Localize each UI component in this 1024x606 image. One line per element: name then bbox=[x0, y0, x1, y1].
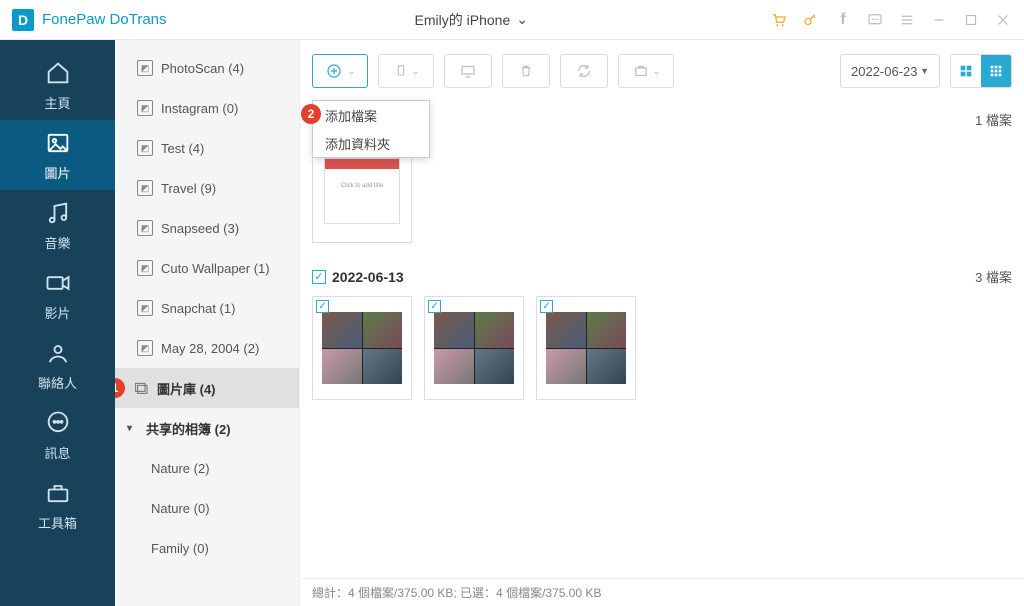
album-item[interactable]: ◩Snapseed (3) bbox=[115, 208, 299, 248]
step-badge-1: 1 bbox=[115, 378, 125, 398]
album-item[interactable]: ◩Instagram (0) bbox=[115, 88, 299, 128]
group-header: ✓ 2022-06-13 3 檔案 bbox=[312, 267, 1012, 286]
album-icon: ◩ bbox=[137, 260, 153, 276]
chevron-down-icon: ⌄ bbox=[516, 11, 528, 28]
close-icon[interactable] bbox=[994, 11, 1012, 29]
dropdown-triangle-icon: ▼ bbox=[920, 66, 929, 76]
facebook-icon[interactable]: f bbox=[834, 11, 852, 29]
album-item[interactable]: ◩Snapchat (1) bbox=[115, 288, 299, 328]
chevron-down-icon: ⌄ bbox=[348, 66, 356, 77]
refresh-button[interactable] bbox=[560, 54, 608, 88]
view-small-grid[interactable] bbox=[981, 55, 1011, 87]
video-icon bbox=[44, 269, 72, 297]
chevron-down-icon: ⌄ bbox=[412, 66, 420, 77]
album-list: ◩PhotoScan (4) ◩Instagram (0) ◩Test (4) … bbox=[115, 40, 300, 606]
photo-thumb[interactable]: ✓ bbox=[536, 296, 636, 400]
home-icon bbox=[44, 59, 72, 87]
album-item[interactable]: ◩Test (4) bbox=[115, 128, 299, 168]
app-logo: D bbox=[12, 9, 34, 31]
album-item[interactable]: ◩Cuto Wallpaper (1) bbox=[115, 248, 299, 288]
nav-videos[interactable]: 影片 bbox=[0, 260, 115, 330]
add-folder-item[interactable]: 添加資料夾 bbox=[313, 129, 429, 157]
nav-music[interactable]: 音樂 bbox=[0, 190, 115, 260]
nav-rail: 主頁 圖片 音樂 影片 聯絡人 訊息 bbox=[0, 40, 115, 606]
photo-thumb[interactable]: ✓ bbox=[424, 296, 524, 400]
nav-toolbox[interactable]: 工具箱 bbox=[0, 470, 115, 540]
status-bar: 總計：4 個檔案/375.00 KB; 已選：4 個檔案/375.00 KB bbox=[300, 578, 1024, 606]
album-item[interactable]: ◩Travel (9) bbox=[115, 168, 299, 208]
thumb-image bbox=[322, 312, 402, 384]
album-item[interactable]: ◩PhotoScan (4) bbox=[115, 48, 299, 88]
thumb-image: Click to add title bbox=[324, 158, 400, 224]
shared-header[interactable]: 共享的相簿 (2) bbox=[115, 408, 299, 448]
library-item[interactable]: 1 圖片庫 (4) bbox=[115, 368, 299, 408]
thumb-image bbox=[434, 312, 514, 384]
app-name: FonePaw DoTrans bbox=[42, 11, 167, 28]
thumb-checkbox[interactable]: ✓ bbox=[540, 300, 553, 313]
nav-messages[interactable]: 訊息 bbox=[0, 400, 115, 470]
step-badge-2: 2 bbox=[301, 104, 321, 124]
chevron-down-icon: ⌄ bbox=[653, 66, 661, 77]
chat-icon bbox=[44, 409, 72, 437]
device-selector[interactable]: Emily的 iPhone ⌄ bbox=[409, 10, 528, 30]
export-pc-button[interactable] bbox=[444, 54, 492, 88]
shared-item[interactable]: Nature (2) bbox=[115, 448, 299, 488]
toolbox-icon bbox=[44, 479, 72, 507]
album-icon: ◩ bbox=[137, 180, 153, 196]
maximize-icon[interactable] bbox=[962, 11, 980, 29]
contacts-icon bbox=[44, 339, 72, 367]
album-icon: ◩ bbox=[137, 300, 153, 316]
date-filter[interactable]: 2022-06-23 ▼ bbox=[840, 54, 940, 88]
add-dropdown: 2 添加檔案 添加資料夾 bbox=[312, 100, 430, 158]
image-icon bbox=[44, 129, 72, 157]
album-icon: ◩ bbox=[137, 60, 153, 76]
add-files-item[interactable]: 添加檔案 bbox=[313, 101, 429, 129]
key-icon[interactable] bbox=[802, 11, 820, 29]
nav-home[interactable]: 主頁 bbox=[0, 50, 115, 120]
nav-contacts[interactable]: 聯絡人 bbox=[0, 330, 115, 400]
library-icon bbox=[133, 380, 149, 396]
shared-item[interactable]: Family (0) bbox=[115, 528, 299, 568]
menu-icon[interactable] bbox=[898, 11, 916, 29]
album-icon: ◩ bbox=[137, 220, 153, 236]
thumb-image bbox=[546, 312, 626, 384]
toolbar: ⌄ ⌄ ⌄ bbox=[300, 40, 1024, 102]
minimize-icon[interactable] bbox=[930, 11, 948, 29]
nav-photos[interactable]: 圖片 bbox=[0, 120, 115, 190]
album-icon: ◩ bbox=[137, 100, 153, 116]
add-button[interactable]: ⌄ bbox=[312, 54, 368, 88]
feedback-icon[interactable] bbox=[866, 11, 884, 29]
view-toggle bbox=[950, 54, 1012, 88]
group-checkbox[interactable]: ✓ bbox=[312, 270, 326, 284]
album-icon: ◩ bbox=[137, 340, 153, 356]
album-action-button[interactable]: ⌄ bbox=[618, 54, 674, 88]
music-icon bbox=[44, 199, 72, 227]
title-bar: D FonePaw DoTrans Emily的 iPhone ⌄ f bbox=[0, 0, 1024, 40]
photo-grid: ✓ 2022-06-23 1 檔案 ✓ Click to add title ✓… bbox=[300, 102, 1024, 578]
main-panel: ⌄ ⌄ ⌄ bbox=[300, 40, 1024, 606]
device-label: Emily的 iPhone bbox=[415, 10, 511, 30]
view-large-grid[interactable] bbox=[951, 55, 981, 87]
thumb-checkbox[interactable]: ✓ bbox=[316, 300, 329, 313]
photo-thumb[interactable]: ✓ bbox=[312, 296, 412, 400]
album-item[interactable]: ◩May 28, 2004 (2) bbox=[115, 328, 299, 368]
export-device-button[interactable]: ⌄ bbox=[378, 54, 434, 88]
shared-item[interactable]: Nature (0) bbox=[115, 488, 299, 528]
album-icon: ◩ bbox=[137, 140, 153, 156]
cart-icon[interactable] bbox=[770, 11, 788, 29]
delete-button[interactable] bbox=[502, 54, 550, 88]
thumb-checkbox[interactable]: ✓ bbox=[428, 300, 441, 313]
